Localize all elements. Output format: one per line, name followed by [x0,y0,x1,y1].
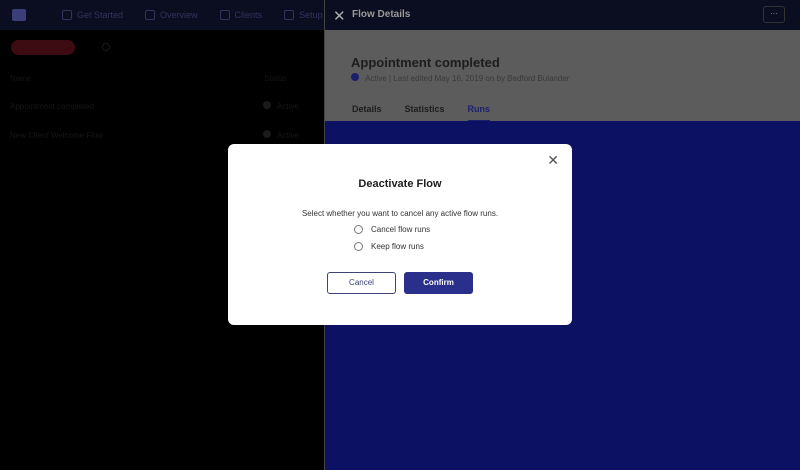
panel-title: Flow Details [352,9,411,20]
radio-button[interactable] [354,242,363,251]
chart-icon [145,10,156,20]
close-icon[interactable]: ✕ [333,7,346,25]
table-row[interactable]: Appointment completed Active [10,101,300,111]
app-logo[interactable] [12,9,26,21]
search-input[interactable] [100,42,170,52]
panel-header: ✕ Flow Details ··· [325,0,800,30]
tab-statistics[interactable]: Statistics [405,104,445,122]
row-name: New Client Welcome Flow [10,131,104,140]
option-label: Keep flow runs [371,242,424,251]
tab-runs[interactable]: Runs [467,104,491,122]
row-status: Active [277,131,299,140]
status-dot [263,101,271,109]
close-icon[interactable]: ✕ [547,152,559,169]
flow-title: Appointment completed [351,55,500,70]
confirm-button[interactable]: Confirm [404,272,473,294]
gear-icon [284,10,295,20]
more-options-button[interactable]: ··· [763,6,785,23]
rocket-icon [62,10,72,20]
nav-get-started[interactable]: Get Started [62,10,123,20]
nav-overview[interactable]: Overview [145,10,198,20]
modal-description: Select whether you want to cancel any ac… [301,209,499,218]
row-status: Active [277,102,299,111]
option-cancel-runs[interactable]: Cancel flow runs [354,225,430,234]
tab-details[interactable]: Details [352,104,382,122]
table-row[interactable]: New Client Welcome Flow Active [10,130,300,140]
radio-button[interactable] [354,225,363,234]
nav-clients[interactable]: Clients [219,10,262,20]
new-flow-button[interactable] [11,40,75,55]
option-label: Cancel flow runs [371,225,431,234]
status-dot [263,130,271,138]
column-header-status[interactable]: Status [264,74,287,83]
deactivate-flow-modal: ✕ Deactivate Flow Select whether you wan… [228,144,572,325]
flow-status-line: Active | Last edited May 16, 2019 on by … [365,74,570,83]
option-keep-runs[interactable]: Keep flow runs [354,242,424,251]
detail-tabs: Details Statistics Runs [352,104,513,122]
row-name: Appointment completed [10,102,95,111]
cancel-button[interactable]: Cancel [327,272,396,294]
modal-title: Deactivate Flow [358,178,442,190]
nav-setup[interactable]: Setup [284,10,323,20]
active-status-dot [351,73,359,81]
users-icon [219,10,230,20]
column-header-name[interactable]: Name [10,74,31,83]
